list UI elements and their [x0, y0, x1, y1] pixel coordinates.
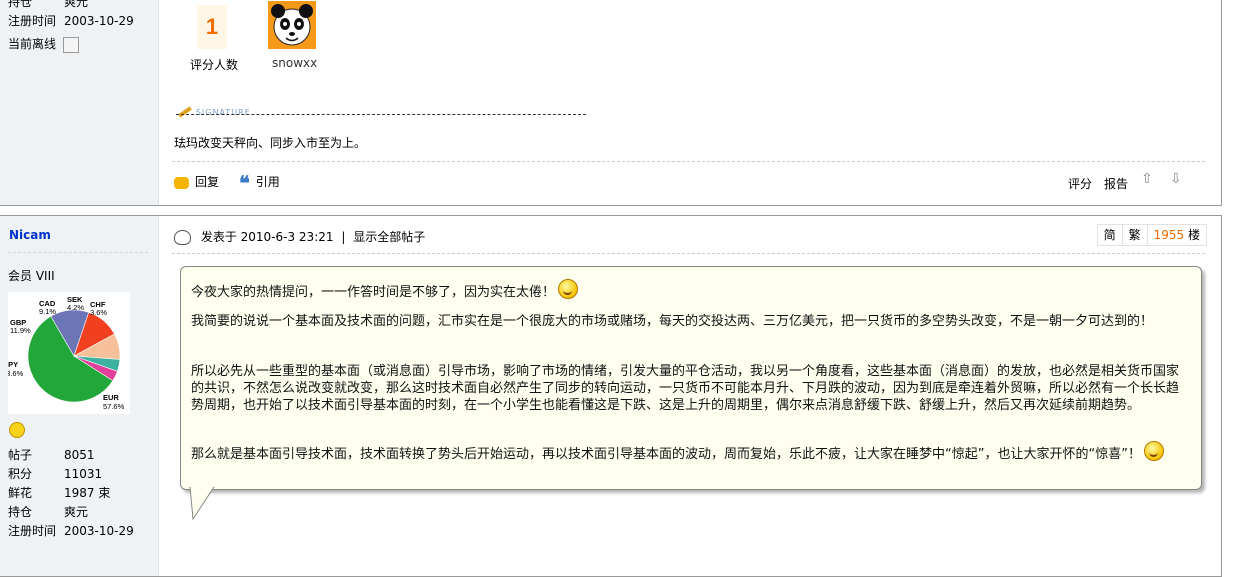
floor-number: 1955 楼 — [1148, 225, 1206, 245]
vote-up-icon[interactable]: ⇧ — [1141, 171, 1153, 187]
stat-value: 2003-10-29 — [64, 524, 134, 538]
stat-row-register-date: 注册时间 2003-10-29 — [8, 12, 134, 29]
message-paragraph-4: 那么就是基本面引导技术面，技术面转换了势头后开始运动，再以技术面引导基本面的波动… — [191, 441, 1187, 463]
traditional-button[interactable]: 繁 — [1123, 225, 1148, 245]
rater-name[interactable]: snowxx — [272, 56, 317, 70]
show-all-posts-link[interactable]: 显示全部帖子 — [353, 230, 425, 244]
pie-value-jpy: 13.6% — [8, 369, 24, 378]
stat-row-holding: 持仓 爽元 — [8, 0, 88, 10]
message-paragraph-1: 今夜大家的热情提问，一一作答时间是不够了，因为实在太倦！ — [191, 279, 1187, 301]
author-name[interactable]: Nicam — [9, 228, 51, 242]
mood-icon — [9, 422, 25, 441]
panda-avatar-icon — [268, 1, 316, 49]
quote-button[interactable]: ❝ 引用 — [239, 170, 280, 195]
pie-value-sek: 4.2% — [67, 303, 84, 312]
stat-value: 爽元 — [64, 0, 89, 9]
stat-value: 8051 — [64, 448, 95, 462]
paragraph-text: 今夜大家的热情提问，一一作答时间是不够了，因为实在太倦！ — [191, 285, 556, 300]
floor-number-value: 1955 — [1153, 228, 1185, 242]
quote-label: 引用 — [255, 175, 280, 189]
stat-label: 积分 — [8, 467, 33, 481]
rate-button[interactable]: 评分 — [1068, 175, 1092, 192]
post1-sidebar: 持仓 爽元 注册时间 2003-10-29 当前离线 — [0, 0, 159, 205]
stat-value: 1987 束 — [64, 486, 111, 500]
floor-unit: 楼 — [1187, 228, 1200, 242]
stat-label: 鲜花 — [8, 486, 33, 500]
bubble-tail — [189, 487, 215, 521]
pie-value-eur: 57.6% — [103, 402, 125, 411]
message-paragraph-3: 所以必先从一些重型的基本面（或消息面）引导市场，影响了市场的情绪，引发大量的平仓… — [191, 364, 1180, 413]
sidebar-divider — [8, 252, 148, 253]
stat-value: 11031 — [64, 467, 103, 481]
header-separator: | — [341, 230, 346, 244]
speech-bubble-icon — [174, 176, 189, 189]
post-1: 持仓 爽元 注册时间 2003-10-29 当前离线 1 评分人数 snowxx S… — [0, 0, 1222, 206]
report-button[interactable]: 报告 — [1104, 175, 1128, 192]
vote-down-icon[interactable]: ⇩ — [1170, 171, 1182, 187]
signature-text: 珐玛改变天秤向、同步入市至为上。 — [174, 136, 367, 150]
stat-row-points: 积分 11031 — [8, 465, 102, 482]
reply-label: 回复 — [195, 175, 220, 189]
stat-row-flowers: 鲜花 1987 束 — [8, 484, 110, 501]
pie-value-gbp: 11.9% — [10, 326, 31, 335]
pie-label-eur: EUR — [103, 393, 119, 402]
quote-icon: ❝ — [239, 170, 250, 195]
online-status: 当前离线 — [8, 35, 79, 53]
paragraph-text: 那么就是基本面引导技术面，技术面转换了势头后开始运动，再以技术面引导基本面的波动… — [191, 447, 1141, 462]
floor-box: 简 繁 1955 楼 — [1096, 224, 1207, 246]
currency-pie-chart: CAD 9.1% SEK 4.2% CHF 3.6% GBP 11.9% JPY… — [8, 292, 130, 414]
rating-count: 1 — [197, 5, 227, 49]
stat-row-holding: 持仓 爽元 — [8, 503, 88, 520]
post1-divider — [172, 161, 1205, 163]
stat-label: 持仓 — [8, 0, 33, 9]
post-header-divider — [172, 253, 1205, 254]
message-paragraph-2: 我简要的说说一个基本面及技术面的问题，汇市实在是一个很庞大的市场或赌场，每天的交… — [191, 314, 1154, 329]
pie-value-cad: 9.1% — [39, 307, 56, 316]
offline-icon — [62, 36, 79, 53]
member-rank: 会员 VIII — [8, 269, 55, 283]
stat-label: 注册时间 — [8, 14, 57, 28]
signature-divider — [176, 114, 586, 116]
stat-label: 帖子 — [8, 448, 33, 462]
post2-sidebar: Nicam 会员 VIII CAD 9.1% SEK 4.2% CHF 3.6%… — [0, 216, 159, 576]
grin-smiley-icon — [1143, 441, 1164, 461]
stat-row-register-date: 注册时间 2003-10-29 — [8, 522, 134, 539]
status-label: 当前离线 — [8, 37, 57, 51]
post-2: Nicam 会员 VIII CAD 9.1% SEK 4.2% CHF 3.6%… — [0, 215, 1222, 577]
stat-label: 注册时间 — [8, 524, 57, 538]
stat-value: 2003-10-29 — [64, 14, 134, 28]
post-date: 发表于 2010-6-3 23:21 — [200, 230, 334, 244]
post-message: 今夜大家的热情提问，一一作答时间是不够了，因为实在太倦！ 我简要的说说一个基本面… — [180, 266, 1202, 490]
shy-smiley-icon — [558, 279, 579, 299]
stat-value: 爽元 — [64, 505, 89, 519]
pie-value-chf: 3.6% — [90, 308, 107, 317]
rating-count-label: 评分人数 — [190, 58, 239, 72]
pie-label-jpy: JPY — [8, 360, 18, 369]
stat-label: 持仓 — [8, 505, 33, 519]
post-mood-icon — [174, 230, 191, 245]
post-header: 发表于 2010-6-3 23:21 | 显示全部帖子 — [174, 228, 425, 245]
simplified-button[interactable]: 简 — [1098, 225, 1123, 245]
rater-avatar[interactable] — [268, 1, 316, 49]
reply-button[interactable]: 回复 — [174, 173, 219, 190]
stat-row-posts: 帖子 8051 — [8, 446, 95, 463]
